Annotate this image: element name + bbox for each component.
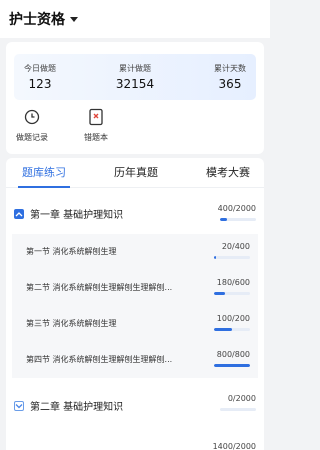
stat-label: 累计天数 [214, 64, 246, 73]
section-count: 800/800 [216, 350, 250, 359]
tab-practice[interactable]: 题库练习 [18, 158, 70, 188]
chapter-count: 0/2000 [227, 394, 256, 403]
chapter-2-header[interactable]: 第二章 基础护理知识 [14, 398, 123, 413]
section-count: 180/600 [216, 278, 250, 287]
section-row-4[interactable]: 第四节 消化系统解刨生理解刨生理解刨... 800/800 [12, 342, 258, 378]
progress-fill [214, 292, 225, 295]
stat-today: 今日做题 123 [24, 54, 56, 100]
tab-bar: 题库练习 历年真题 模考大赛 [6, 158, 264, 188]
section-row-1[interactable]: 第一节 消化系统解刨生理 20/400 [12, 234, 258, 270]
caret-down-icon[interactable] [70, 16, 78, 22]
stat-total: 累计做题 32154 [116, 54, 154, 100]
stat-label: 今日做题 [24, 64, 56, 73]
progress-fill [214, 328, 232, 331]
chapter-count: 400/2000 [217, 204, 256, 213]
section-row-2[interactable]: 第二节 消化系统解刨生理解刨生理解刨... 180/600 [12, 270, 258, 306]
progress-fill [220, 218, 228, 221]
section-title: 第三节 消化系统解刨生理 [26, 319, 117, 328]
subject-title[interactable]: 护士资格 [9, 9, 65, 29]
section-title: 第二节 消化系统解刨生理解刨生理解刨... [26, 283, 173, 292]
chapter-1-header[interactable]: 第一章 基础护理知识 [14, 206, 123, 221]
question-bank-panel: 题库练习 历年真题 模考大赛 第一章 基础护理知识 400/2000 第一节 消… [6, 158, 264, 450]
tool-label: 错题本 [84, 133, 108, 142]
next-chapter-count: 1400/2000 [212, 442, 256, 450]
chapter-progress-bar [220, 218, 256, 221]
stat-value: 32154 [115, 77, 155, 91]
section-progress-bar [214, 292, 250, 295]
stats-card: 今日做题 123 累计做题 32154 累计天数 365 做题记录 错题本 [6, 42, 264, 154]
chapter-title: 第一章 基础护理知识 [30, 210, 124, 221]
chevron-up-icon [14, 208, 24, 219]
tab-past-papers[interactable]: 历年真题 [114, 158, 158, 188]
section-progress-bar [214, 256, 250, 259]
progress-fill [214, 364, 250, 367]
section-progress-bar [214, 328, 250, 331]
wrong-book-icon [87, 108, 105, 126]
chevron-down-icon [14, 400, 24, 411]
stat-value: 365 [218, 77, 242, 91]
clock-icon [23, 108, 41, 126]
stat-days: 累计天数 365 [214, 54, 246, 100]
tab-mock-exam[interactable]: 模考大赛 [206, 158, 250, 188]
progress-fill [214, 256, 216, 259]
section-count: 100/200 [216, 314, 250, 323]
tool-row: 做题记录 错题本 [14, 108, 114, 143]
chapter-progress-bar [220, 408, 256, 411]
section-progress-bar [214, 364, 250, 367]
wrong-book-button[interactable]: 错题本 [78, 108, 114, 143]
record-button[interactable]: 做题记录 [14, 108, 50, 143]
section-count: 20/400 [221, 242, 250, 251]
section-row-3[interactable]: 第三节 消化系统解刨生理 100/200 [12, 306, 258, 342]
header: 护士资格 [0, 0, 270, 38]
chapter-title: 第二章 基础护理知识 [30, 402, 124, 413]
section-title: 第四节 消化系统解刨生理解刨生理解刨... [26, 355, 173, 364]
stat-label: 累计做题 [119, 64, 151, 73]
tool-label: 做题记录 [16, 133, 48, 142]
section-title: 第一节 消化系统解刨生理 [26, 247, 117, 256]
stat-value: 123 [28, 77, 52, 91]
stats-panel: 今日做题 123 累计做题 32154 累计天数 365 [14, 54, 256, 100]
